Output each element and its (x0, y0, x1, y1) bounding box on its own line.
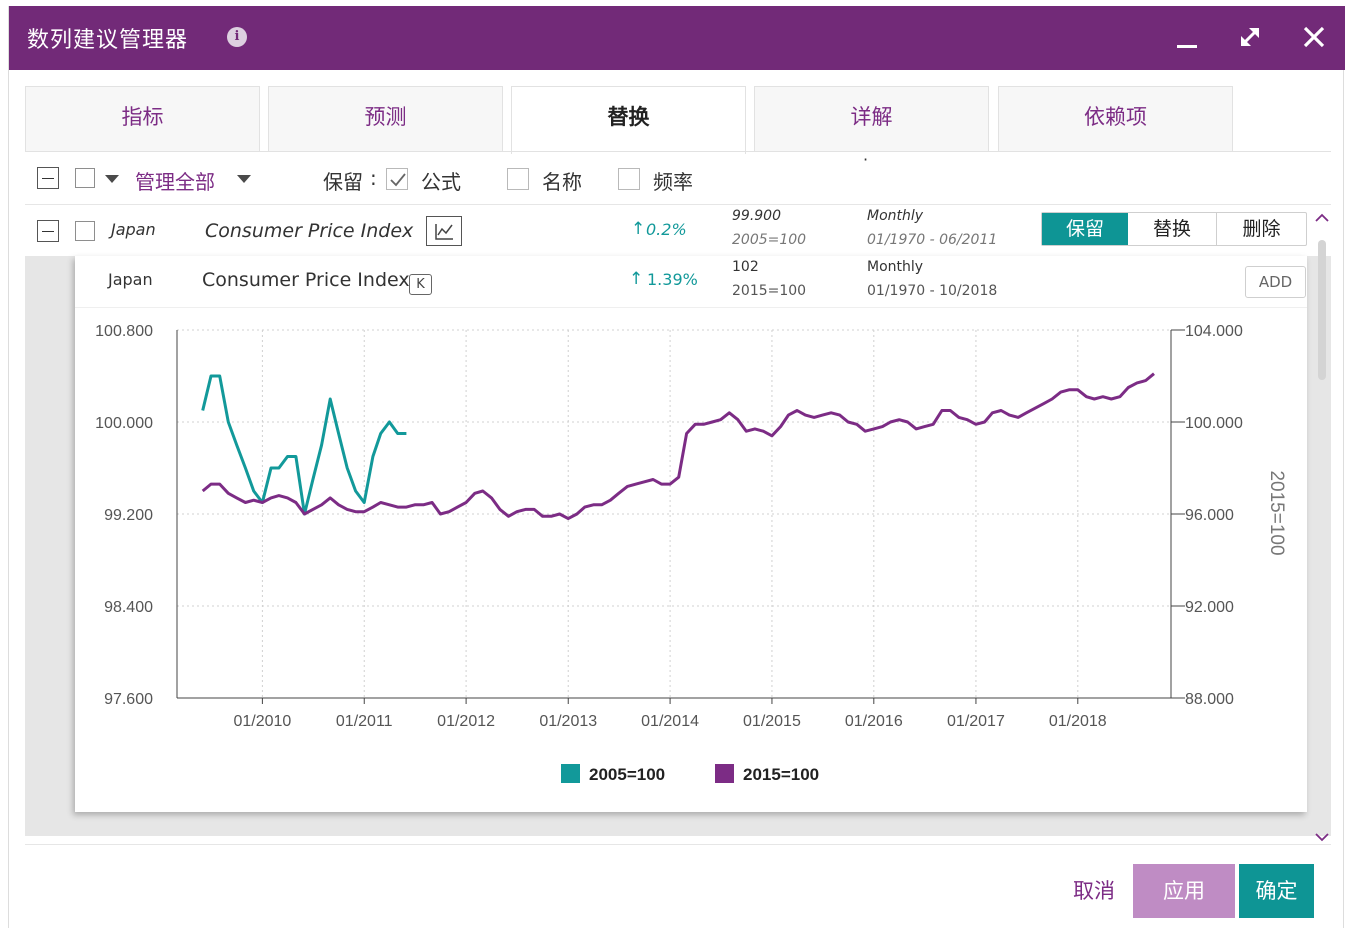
y-left-tick-label: 100.800 (95, 323, 153, 340)
select-all-checkbox[interactable] (75, 168, 95, 188)
chart-legend: 2005=100 2015=100 (561, 764, 819, 784)
maximize-icon[interactable] (1235, 22, 1265, 52)
series-manager-dialog: 数列建议管理器 i 指标 预测 替换 详解 依赖项 管理全部 保留 : 公式 名… (8, 6, 1345, 928)
series-value: 99.900 (732, 208, 781, 224)
frequency-checkbox[interactable] (618, 168, 640, 190)
formula-checkbox[interactable] (386, 168, 408, 190)
window-title: 数列建议管理器 (27, 28, 189, 53)
keep-label: 保留 (323, 170, 363, 194)
series-line-2005[interactable] (201, 374, 407, 516)
x-tick-label: 01/2018 (1049, 713, 1107, 730)
legend-label-2015[interactable]: 2015=100 (743, 765, 819, 784)
suggestion-change: 1.39% (647, 270, 698, 289)
frequency-label: 频率 (653, 170, 693, 194)
up-arrow-icon: ↑ (629, 269, 644, 289)
series-name: Consumer Price Index (205, 220, 414, 242)
name-checkbox[interactable] (507, 168, 529, 190)
x-tick-label: 01/2017 (947, 713, 1005, 730)
suggestion-badge: K (409, 274, 432, 295)
keep-button[interactable]: 保留 (1042, 213, 1128, 245)
y-left-tick-label: 99.200 (104, 507, 153, 524)
collapse-all-toggle[interactable] (37, 167, 59, 189)
title-bar: 数列建议管理器 i (9, 6, 1345, 70)
ok-button[interactable]: 确定 (1239, 864, 1314, 918)
x-tick-label: 01/2011 (336, 713, 393, 730)
suggestion-value: 102 (732, 259, 759, 275)
info-icon[interactable]: i (227, 27, 247, 47)
apply-button[interactable]: 应用 (1133, 864, 1235, 918)
y-right-tick-label: 100.000 (1185, 415, 1243, 432)
replace-button[interactable]: 替换 (1128, 213, 1217, 245)
y-right-tick-label: 96.000 (1185, 507, 1234, 524)
scroll-up-chevron-up-icon[interactable] (1315, 213, 1329, 222)
suggestion-row: Japan Consumer Price Index K ↑ 1.39% 102… (75, 256, 1307, 308)
chart-toggle-button[interactable] (426, 216, 462, 246)
add-button[interactable]: ADD (1245, 266, 1306, 298)
x-tick-label: 01/2015 (743, 713, 801, 730)
close-icon[interactable] (1299, 22, 1329, 52)
legend-label-2005[interactable]: 2005=100 (589, 765, 665, 784)
y-left-tick-label: 98.400 (104, 599, 153, 616)
legend-swatch-2005[interactable] (561, 764, 580, 783)
toolbar: 管理全部 保留 : 公式 名称 频率 · (25, 150, 1331, 204)
tab-bar: 指标 预测 替换 详解 依赖项 (25, 86, 1331, 154)
delete-button[interactable]: 删除 (1217, 213, 1306, 245)
name-label: 名称 (542, 170, 582, 194)
replacement-chart: 100.800 104.000 100.000 100.000 99.200 96.000… (95, 323, 1287, 784)
series-change: 0.2% (646, 220, 687, 239)
formula-label: 公式 (421, 170, 461, 194)
toolbar-dot: · (863, 150, 869, 169)
check-icon (390, 173, 406, 187)
y-right-tick-label: 104.000 (1185, 323, 1243, 340)
tab-indicators[interactable]: 指标 (25, 86, 260, 152)
y-left-tick-label: 100.000 (95, 415, 153, 432)
suggestion-base: 2015=100 (732, 283, 807, 299)
select-dropdown-arrow[interactable] (105, 175, 119, 183)
legend-swatch-2015[interactable] (715, 764, 734, 783)
action-segmented-control: 保留 替换 删除 (1041, 212, 1307, 246)
series-range: 01/1970 - 06/2011 (867, 232, 998, 248)
suggestion-panel: Japan Consumer Price Index K ↑ 1.39% 102… (75, 256, 1307, 812)
series-region: Japan (111, 220, 156, 239)
y-left-tick-label: 97.600 (104, 691, 153, 708)
row-select-checkbox[interactable] (75, 221, 95, 241)
tab-details[interactable]: 详解 (754, 86, 989, 152)
x-tick-label: 01/2010 (233, 713, 291, 730)
tab-replace[interactable]: 替换 (511, 86, 746, 154)
y-right-tick-label: 88.000 (1185, 691, 1234, 708)
manage-all-menu[interactable]: 管理全部 (135, 166, 215, 195)
line-chart-icon (435, 224, 453, 240)
suggestion-range: 01/1970 - 10/2018 (867, 283, 998, 299)
x-tick-label: 01/2016 (845, 713, 903, 730)
cancel-button[interactable]: 取消 (1049, 864, 1139, 918)
minimize-icon[interactable] (1172, 22, 1202, 52)
vertical-scrollbar[interactable] (1313, 212, 1331, 842)
x-tick-label: 01/2012 (437, 713, 495, 730)
tab-dependencies[interactable]: 依赖项 (998, 86, 1233, 152)
tab-forecast[interactable]: 预测 (268, 86, 503, 152)
row-collapse-toggle[interactable] (37, 220, 59, 242)
scroll-down-chevron-down-icon[interactable] (1315, 833, 1329, 842)
series-base: 2005=100 (732, 232, 807, 248)
right-axis-title: 2015=100 (1266, 470, 1287, 555)
up-arrow-icon: ↑ (631, 219, 646, 239)
manage-all-chevron-down-icon[interactable] (237, 175, 251, 183)
series-frequency: Monthly (867, 208, 924, 224)
suggestion-region: Japan (108, 270, 153, 289)
scrollbar-thumb[interactable] (1318, 240, 1326, 380)
footer-divider (25, 844, 1331, 845)
series-line-2015[interactable] (201, 372, 1155, 521)
keep-colon: : (370, 166, 377, 190)
x-tick-label: 01/2014 (641, 713, 699, 730)
y-right-tick-label: 92.000 (1185, 599, 1234, 616)
suggestion-frequency: Monthly (867, 259, 924, 275)
x-tick-label: 01/2013 (539, 713, 597, 730)
suggestion-name: Consumer Price Index (202, 269, 410, 291)
